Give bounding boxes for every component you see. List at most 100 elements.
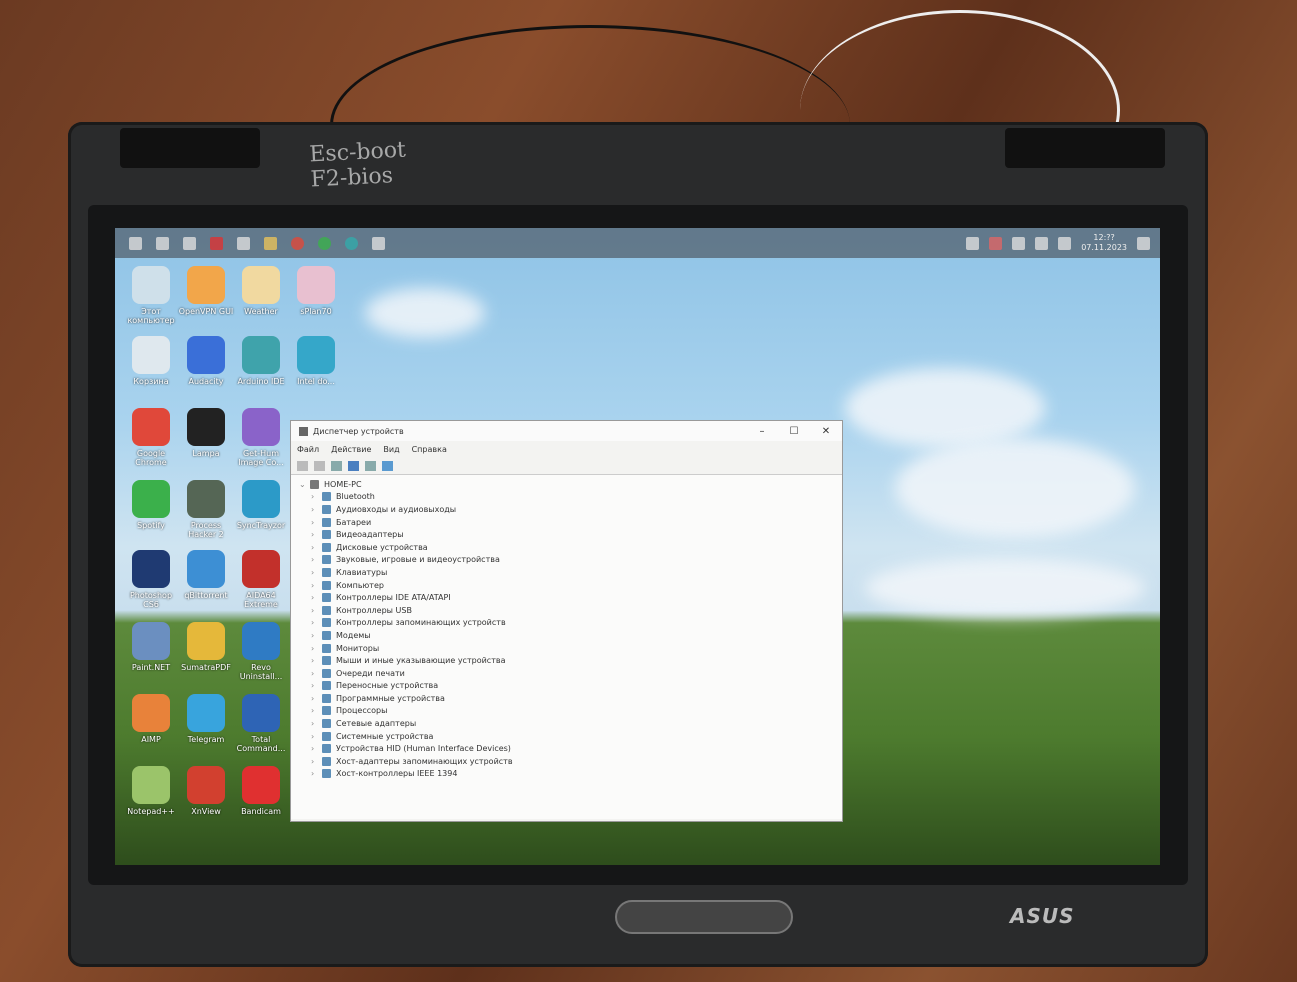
volume-icon[interactable] <box>1058 236 1072 250</box>
device-category[interactable]: › Переносные устройства <box>295 680 838 693</box>
clock[interactable]: 12:?? 07.11.2023 <box>1081 233 1127 253</box>
device-category[interactable]: › Хост-контроллеры IEEE 1394 <box>295 768 838 781</box>
tree-root[interactable]: ⌄ HOME-PC <box>295 478 838 491</box>
desktop-icon[interactable]: Arduino IDE <box>231 336 291 386</box>
properties-icon[interactable] <box>331 460 342 471</box>
desktop-icon[interactable]: Telegram <box>176 694 236 744</box>
desktop-icon[interactable]: Notepad++ <box>121 766 181 816</box>
desktop-icon[interactable]: Revo Uninstall... <box>231 622 291 681</box>
device-category[interactable]: › Хост-адаптеры запоминающих устройств <box>295 755 838 768</box>
desktop-icon[interactable]: Total Command... <box>231 694 291 753</box>
chevron-right-icon[interactable]: › <box>311 543 317 552</box>
update-driver-icon[interactable] <box>365 460 376 471</box>
chevron-right-icon[interactable]: › <box>311 555 317 564</box>
chevron-right-icon[interactable]: › <box>311 581 317 590</box>
forward-icon[interactable] <box>314 460 325 471</box>
desktop-icon[interactable]: SyncTrayzor <box>231 480 291 530</box>
desktop-icon[interactable]: Intel do... <box>286 336 346 386</box>
desktop-icon[interactable]: XnView <box>176 766 236 816</box>
chevron-right-icon[interactable]: › <box>311 631 317 640</box>
chevron-right-icon[interactable]: › <box>311 732 317 741</box>
close-button[interactable]: ✕ <box>810 426 842 437</box>
desktop-icon[interactable]: Get-Hum Image Co... <box>231 408 291 467</box>
device-category[interactable]: › Очереди печати <box>295 667 838 680</box>
chevron-right-icon[interactable]: › <box>311 719 317 728</box>
desktop-icon[interactable]: Process Hacker 2 <box>176 480 236 539</box>
chevron-right-icon[interactable]: › <box>311 744 317 753</box>
desktop-icon[interactable]: qBittorrent <box>176 550 236 600</box>
desktop-icon[interactable]: Weather <box>231 266 291 316</box>
menu-file[interactable]: Файл <box>297 445 319 454</box>
tray-icon[interactable] <box>966 236 980 250</box>
device-category[interactable]: › Контроллеры USB <box>295 604 838 617</box>
desktop-icon[interactable]: Audacity <box>176 336 236 386</box>
chevron-right-icon[interactable]: › <box>311 606 317 615</box>
device-category[interactable]: › Дисковые устройства <box>295 541 838 554</box>
device-category[interactable]: › Мониторы <box>295 642 838 655</box>
explorer-icon[interactable] <box>264 236 277 250</box>
chevron-right-icon[interactable]: › <box>311 681 317 690</box>
chrome-icon[interactable] <box>291 236 304 250</box>
menu-help[interactable]: Справка <box>412 445 447 454</box>
chevron-right-icon[interactable]: › <box>311 694 317 703</box>
desktop-icon[interactable]: Bandicam <box>231 766 291 816</box>
app-icon[interactable] <box>237 236 250 250</box>
desktop-icon[interactable]: Paint.NET <box>121 622 181 672</box>
spotify-icon[interactable] <box>318 236 331 250</box>
menu-view[interactable]: Вид <box>383 445 399 454</box>
desktop-icon[interactable]: Photoshop CS6 <box>121 550 181 609</box>
device-category[interactable]: › Модемы <box>295 629 838 642</box>
device-category[interactable]: › Видеоадаптеры <box>295 528 838 541</box>
device-category[interactable]: › Клавиатуры <box>295 566 838 579</box>
chevron-right-icon[interactable]: › <box>311 530 317 539</box>
app-icon[interactable] <box>210 236 223 250</box>
device-category[interactable]: › Батареи <box>295 516 838 529</box>
app-icon[interactable] <box>345 236 358 250</box>
chevron-right-icon[interactable]: › <box>311 593 317 602</box>
chevron-right-icon[interactable]: › <box>311 644 317 653</box>
device-category[interactable]: › Компьютер <box>295 579 838 592</box>
back-icon[interactable] <box>297 460 308 471</box>
chevron-right-icon[interactable]: › <box>311 505 317 514</box>
chevron-right-icon[interactable]: › <box>311 669 317 678</box>
device-category[interactable]: › Контроллеры IDE ATA/ATAPI <box>295 591 838 604</box>
search-icon[interactable] <box>156 236 169 250</box>
help-icon[interactable] <box>348 460 359 471</box>
menu-action[interactable]: Действие <box>331 445 371 454</box>
device-category[interactable]: › Процессоры <box>295 705 838 718</box>
battery-icon[interactable] <box>1035 236 1049 250</box>
desktop-icon[interactable]: Корзина <box>121 336 181 386</box>
device-category[interactable]: › Bluetooth <box>295 491 838 504</box>
start-icon[interactable] <box>129 236 142 250</box>
desktop-icon[interactable]: SumatraPDF <box>176 622 236 672</box>
device-manager-icon[interactable] <box>372 236 385 250</box>
device-category[interactable]: › Системные устройства <box>295 730 838 743</box>
chevron-right-icon[interactable]: › <box>311 518 317 527</box>
tray-icon[interactable] <box>989 236 1003 250</box>
minimize-button[interactable]: – <box>746 426 778 437</box>
device-category[interactable]: › Сетевые адаптеры <box>295 717 838 730</box>
chevron-right-icon[interactable]: › <box>311 706 317 715</box>
device-category[interactable]: › Контроллеры запоминающих устройств <box>295 617 838 630</box>
desktop-icon[interactable]: OpenVPN GUI <box>176 266 236 316</box>
task-view-icon[interactable] <box>183 236 196 250</box>
device-category[interactable]: › Устройства HID (Human Interface Devices… <box>295 742 838 755</box>
chevron-right-icon[interactable]: › <box>311 769 317 778</box>
chevron-right-icon[interactable]: › <box>311 618 317 627</box>
bluetooth-icon[interactable] <box>1012 236 1026 250</box>
chevron-right-icon[interactable]: › <box>311 492 317 501</box>
device-category[interactable]: › Звуковые, игровые и видеоустройства <box>295 554 838 567</box>
chevron-right-icon[interactable]: › <box>311 568 317 577</box>
chevron-right-icon[interactable]: › <box>311 656 317 665</box>
device-category[interactable]: › Мыши и иные указывающие устройства <box>295 654 838 667</box>
notifications-icon[interactable] <box>1137 236 1150 250</box>
desktop-icon[interactable]: AIMP <box>121 694 181 744</box>
desktop-icon[interactable]: sPlan70 <box>286 266 346 316</box>
desktop-icon[interactable]: Этот компьютер <box>121 266 181 325</box>
scan-hardware-icon[interactable] <box>382 460 393 471</box>
device-category[interactable]: › Программные устройства <box>295 692 838 705</box>
chevron-right-icon[interactable]: › <box>311 757 317 766</box>
desktop-icon[interactable]: Lampa <box>176 408 236 458</box>
maximize-button[interactable]: ☐ <box>778 426 810 437</box>
desktop-icon[interactable]: Google Chrome <box>121 408 181 467</box>
